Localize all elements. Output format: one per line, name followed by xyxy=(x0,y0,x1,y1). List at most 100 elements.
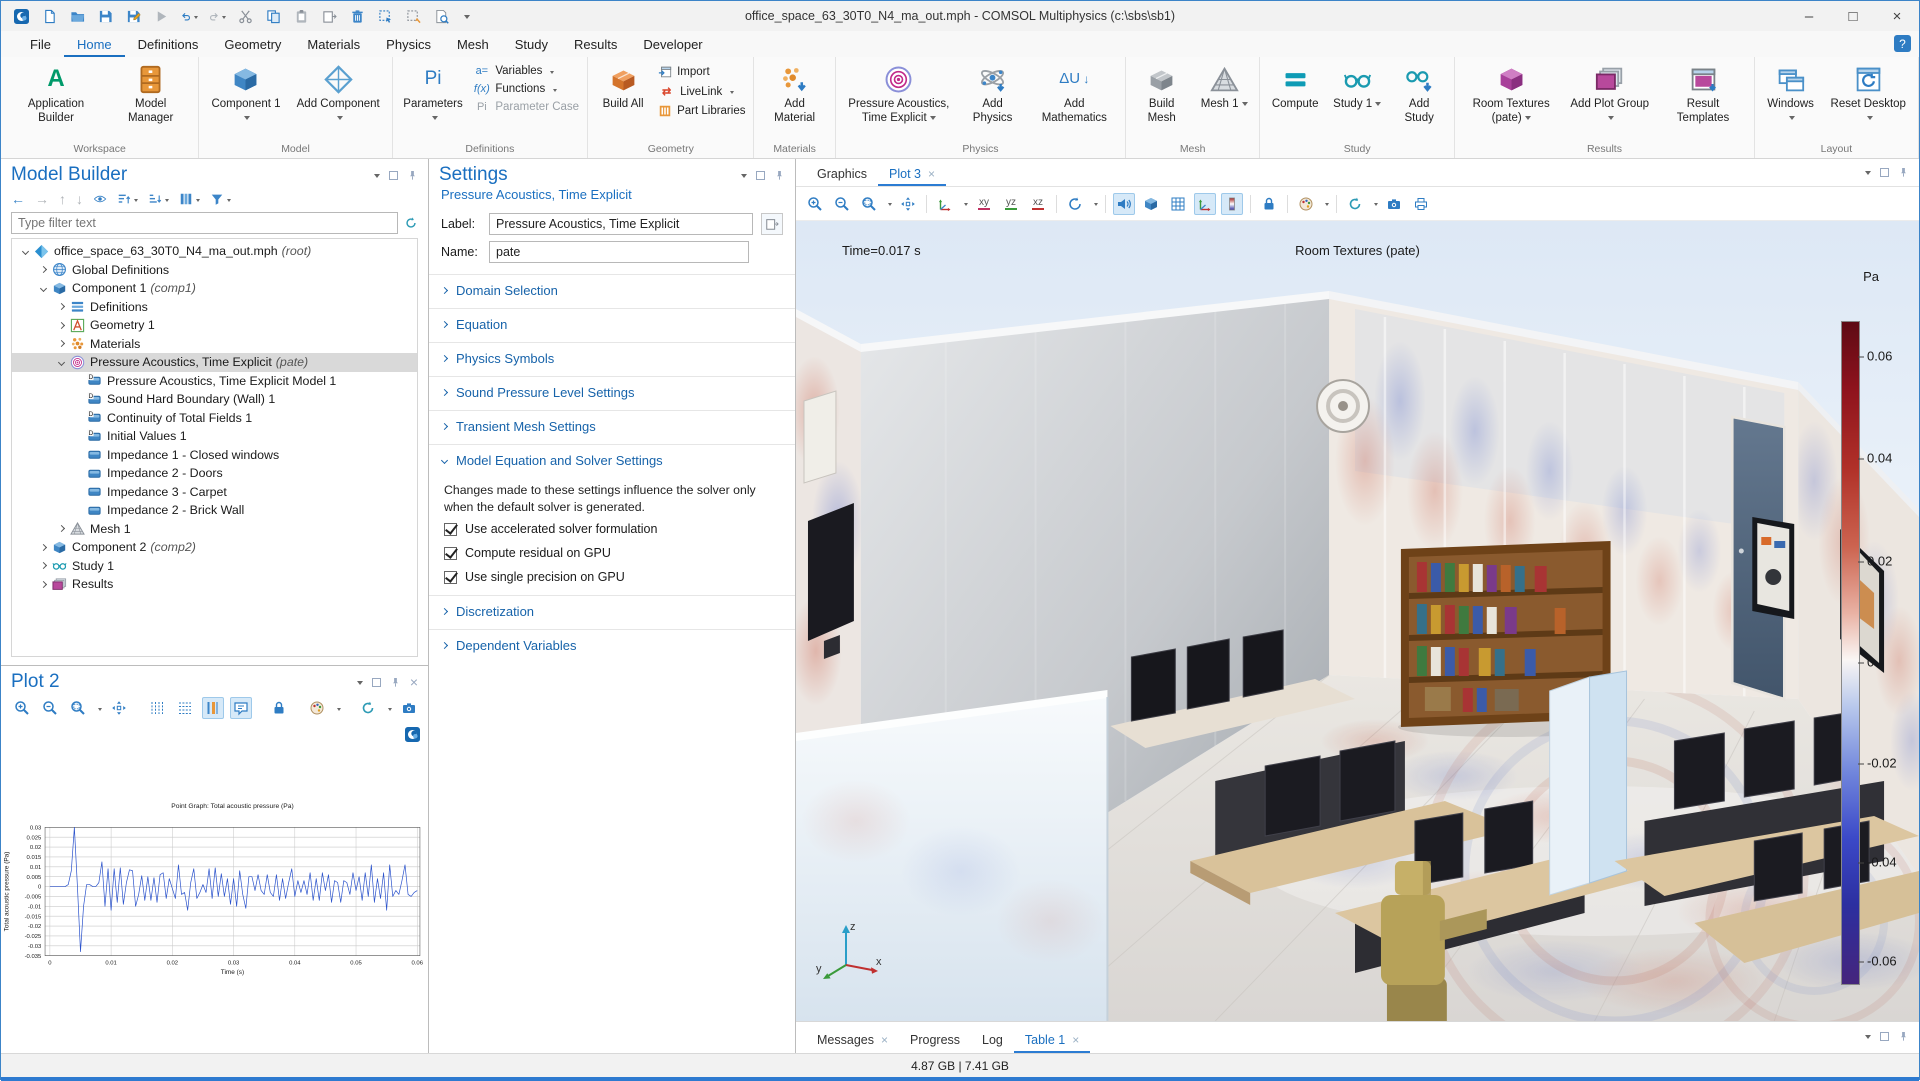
image-snapshot-icon[interactable] xyxy=(1383,193,1405,215)
point-graph-plot[interactable]: 0.03 0.025 0.02 0.015 0.01 0.005 0 -0.005 -0.01 -… xyxy=(1,723,428,1053)
tree-item-mesh-1[interactable]: Mesh 1 xyxy=(12,520,417,539)
tree-filter-input[interactable] xyxy=(11,212,398,234)
variables-button[interactable]: a= Variables xyxy=(473,65,555,77)
study-1-button[interactable]: Study 1 xyxy=(1326,60,1388,115)
pin-panel-icon[interactable] xyxy=(390,677,401,688)
build-mesh-button[interactable]: Build Mesh xyxy=(1130,60,1193,128)
panel-menu-caret[interactable] xyxy=(741,173,747,181)
show-icon[interactable] xyxy=(93,192,107,206)
checkbox-icon[interactable] xyxy=(444,546,457,560)
color-palette-icon[interactable] xyxy=(1295,193,1317,215)
pin-panel-icon[interactable] xyxy=(407,170,418,181)
model-tree-nodes-icon[interactable] xyxy=(179,192,193,206)
undo-icon[interactable] xyxy=(181,8,198,25)
scene-light-icon[interactable] xyxy=(1140,193,1162,215)
graphics-canvas[interactable]: Time=0.017 s Room Textures (pate) Pa 0.0… xyxy=(796,221,1919,1021)
delete-icon[interactable] xyxy=(349,8,366,25)
plot-refresh-icon[interactable] xyxy=(1344,193,1366,215)
add-material-button[interactable]: Add Material xyxy=(758,60,830,128)
expander-icon[interactable] xyxy=(57,525,66,533)
tree-item-definitions[interactable]: Definitions xyxy=(12,298,417,317)
filter-icon[interactable] xyxy=(210,192,224,206)
close-panel-icon[interactable]: × xyxy=(410,675,418,689)
zoom-in-icon[interactable] xyxy=(11,697,33,719)
tab-log[interactable]: Log xyxy=(971,1027,1014,1053)
result-templates-button[interactable]: Result Templates xyxy=(1656,60,1749,128)
pin-panel-icon[interactable] xyxy=(1898,1031,1909,1042)
default-view-icon[interactable] xyxy=(934,193,956,215)
close-tab-icon[interactable]: × xyxy=(1072,1033,1079,1047)
add-study-button[interactable]: Add Study xyxy=(1388,60,1450,128)
add-physics-button[interactable]: Add Physics xyxy=(958,60,1028,128)
section-equation[interactable]: Equation xyxy=(429,308,795,340)
mesh-1-button[interactable]: Mesh 1 xyxy=(1193,60,1255,115)
float-panel-icon[interactable] xyxy=(756,170,765,180)
checkbox-icon[interactable] xyxy=(444,570,457,584)
livelink-button[interactable]: ⇄ LiveLink xyxy=(658,85,735,98)
qat-customize-caret[interactable] xyxy=(464,14,470,22)
tree-item-global-definitions[interactable]: Global Definitions xyxy=(12,261,417,280)
section-domain-selection[interactable]: Domain Selection xyxy=(429,274,795,306)
tree-item-impedance-brick[interactable]: Impedance 2 - Brick Wall xyxy=(12,501,417,520)
zoom-out-icon[interactable] xyxy=(831,193,853,215)
panel-menu-caret[interactable] xyxy=(374,173,380,181)
expander-icon[interactable] xyxy=(57,321,66,329)
x-gridlines-icon[interactable] xyxy=(146,697,168,719)
tree-item-study-1[interactable]: Study 1 xyxy=(12,557,417,576)
tree-item-impedance-3[interactable]: Impedance 3 - Carpet xyxy=(12,483,417,502)
expander-icon[interactable] xyxy=(39,580,48,588)
menu-materials[interactable]: Materials xyxy=(294,33,373,57)
expand-all-icon[interactable] xyxy=(148,192,162,206)
menu-study[interactable]: Study xyxy=(502,33,561,57)
model-manager-button[interactable]: Model Manager xyxy=(107,60,194,128)
close-tab-icon[interactable]: × xyxy=(881,1033,888,1047)
zoom-extents-icon[interactable] xyxy=(108,697,130,719)
panel-menu-caret[interactable] xyxy=(1865,1035,1871,1042)
lock-view-icon[interactable] xyxy=(1258,193,1280,215)
panel-menu-caret[interactable] xyxy=(356,680,363,688)
menu-mesh[interactable]: Mesh xyxy=(444,33,502,57)
expander-icon[interactable] xyxy=(57,303,66,311)
expander-icon[interactable] xyxy=(39,562,48,570)
section-physics-symbols[interactable]: Physics Symbols xyxy=(429,342,795,374)
save-icon[interactable] xyxy=(97,8,114,25)
save-as-icon[interactable] xyxy=(125,8,142,25)
maximize-button[interactable]: □ xyxy=(1831,1,1875,31)
menu-home[interactable]: Home xyxy=(63,33,125,57)
tab-graphics[interactable]: Graphics xyxy=(806,162,878,186)
tree-item-impedance-2[interactable]: Impedance 2 - Doors xyxy=(12,464,417,483)
add-component-button[interactable]: Add Component xyxy=(289,60,388,128)
tree-item-pressure-acoustics[interactable]: Pressure Acoustics, Time Explicit (pate) xyxy=(12,353,417,372)
menu-developer[interactable]: Developer xyxy=(630,33,715,57)
label-field[interactable] xyxy=(489,213,753,235)
redo-icon[interactable] xyxy=(209,8,226,25)
tree-item-sound-hard-boundary[interactable]: Sound Hard Boundary (Wall) 1 xyxy=(12,390,417,409)
expander-icon[interactable] xyxy=(57,340,66,348)
room-visualization-3d[interactable] xyxy=(796,221,1919,1021)
menu-physics[interactable]: Physics xyxy=(373,33,444,57)
view-yz-icon[interactable]: yz xyxy=(1000,193,1022,215)
plot-refresh-icon[interactable] xyxy=(357,697,379,719)
run-icon[interactable] xyxy=(153,8,170,25)
menu-file[interactable]: File xyxy=(17,33,64,57)
expander-icon[interactable] xyxy=(39,266,48,274)
close-tab-icon[interactable]: × xyxy=(928,167,935,181)
zoom-in-icon[interactable] xyxy=(804,193,826,215)
select-box-icon[interactable] xyxy=(377,8,394,25)
tree-item-results[interactable]: Results xyxy=(12,575,417,594)
tree-item-geometry-1[interactable]: Geometry 1 xyxy=(12,316,417,335)
reset-desktop-button[interactable]: Reset Desktop xyxy=(1822,60,1914,128)
section-dependent-variables[interactable]: Dependent Variables xyxy=(429,629,795,661)
checkbox-single-precision[interactable]: Use single precision on GPU xyxy=(429,565,795,589)
zoom-box-icon[interactable] xyxy=(858,193,880,215)
import-button[interactable]: Import xyxy=(658,65,710,79)
forward-arrow-icon[interactable]: → xyxy=(35,191,49,207)
parameter-case-button[interactable]: Pi Parameter Case xyxy=(473,101,579,113)
pin-panel-icon[interactable] xyxy=(774,170,785,181)
tree-item-continuity[interactable]: Continuity of Total Fields 1 xyxy=(12,409,417,428)
add-plot-group-button[interactable]: Add Plot Group xyxy=(1563,60,1656,128)
tab-plot-3[interactable]: Plot 3 × xyxy=(878,162,947,186)
parameters-button[interactable]: Pi Parameters xyxy=(397,60,470,128)
print-icon[interactable] xyxy=(1410,193,1432,215)
sound-icon[interactable] xyxy=(1113,192,1135,215)
